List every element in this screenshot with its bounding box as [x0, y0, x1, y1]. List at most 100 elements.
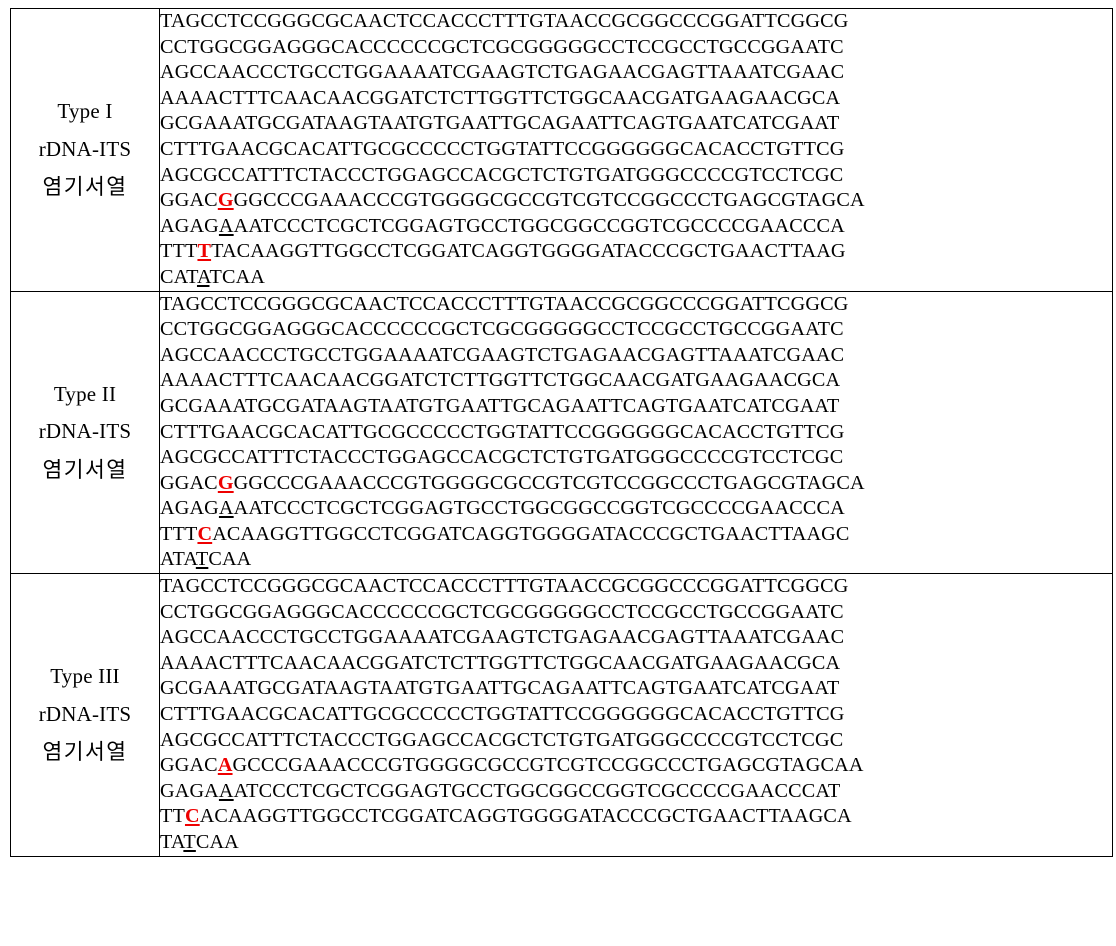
row-sequence-cell: TAGCCTCCGGGCGCAACTCCACCCTTTGTAACCGCGGCCC…	[159, 8, 1113, 292]
sequence-run: CCTGGCGGAGGGCACCCCCCGCTCGCGGGGGCCTCCGCCT…	[160, 600, 844, 623]
sequence-run: ACAAGGTTGGCCTCGGATCAGGTGGGGATACCCGCTGAAC…	[212, 522, 850, 545]
sequence-run: TAGCCTCCGGGCGCAACTCCACCCTTTGTAACCGCGGCCC…	[160, 10, 849, 32]
mutation-base: C	[184, 805, 200, 828]
sequence-run: TCAA	[209, 265, 266, 288]
row-label-korean: 염기서열	[42, 740, 128, 765]
sequence-run: TTT	[160, 522, 198, 545]
sequence-line: GCGAAATGCGATAAGTAATGTGAATTGCAGAATTCAGTGA…	[160, 111, 1112, 137]
table-row: Type III rDNA-ITS 염기서열 TAGCCTCCGGGCGCAAC…	[10, 573, 1113, 857]
mutation-base: C	[197, 522, 213, 545]
sequence-line: AGCGCCATTTCTACCCTGGAGCCACGCTCTGTGATGGGCC…	[160, 163, 1112, 189]
sequence-line: GGACGGGCCCGAAACCCGTGGGGCGCCGTCGTCCGGCCCT…	[160, 188, 1112, 214]
sequence-run: AGCCAACCCTGCCTGGAAAATCGAAGTCTGAGAACGAGTT…	[160, 626, 845, 649]
sequence-line: AAAACTTTCAACAACGGATCTCTTGGTTCTGGCAACGATG…	[160, 368, 1112, 394]
row-sequence-cell: TAGCCTCCGGGCGCAACTCCACCCTTTGTAACCGCGGCCC…	[159, 290, 1113, 575]
sequence-line: GGACGGGCCCGAAACCCGTGGGGCGCCGTCGTCCGGCCCT…	[160, 471, 1112, 497]
sequence-run: GAGA	[160, 779, 219, 802]
sequence-line: TATCAA	[160, 830, 1112, 856]
underlined-base: A	[218, 214, 234, 237]
mutation-base: T	[197, 240, 212, 263]
row-label-gene: rDNA-ITS	[38, 136, 132, 161]
sequence-run: TAGCCTCCGGGCGCAACTCCACCCTTTGTAACCGCGGCCC…	[160, 575, 849, 598]
sequence-line: AGAGAAATCCCTCGCTCGGAGTGCCTGGCGGCCGGTCGCC…	[160, 496, 1112, 522]
sequence-run: TA	[160, 831, 184, 853]
row-sequence-cell: TAGCCTCCGGGCGCAACTCCACCCTTTGTAACCGCGGCCC…	[159, 573, 1113, 857]
sequence-run: TTT	[160, 240, 198, 263]
sequence-run: AGAG	[160, 214, 219, 237]
sequence-run: GGAC	[160, 471, 218, 494]
row-label-korean: 염기서열	[42, 175, 128, 199]
sequence-run: AGCGCCATTTCTACCCTGGAGCCACGCTCTGTGATGGGCC…	[160, 163, 844, 186]
sequence-run: GCCCGAAACCCGTGGGGCGCCGTCGTCCGGCCCTGAGCGT…	[232, 754, 864, 777]
sequence-run: CTTTGAACGCACATTGCGCCCCCTGGTATTCCGGGGGGCA…	[160, 420, 845, 443]
sequence-table-sheet: Type I rDNA-ITS 염기서열 TAGCCTCCGGGCGCAACTC…	[0, 0, 1116, 946]
sequence-line: AGCCAACCCTGCCTGGAAAATCGAAGTCTGAGAACGAGTT…	[160, 60, 1112, 86]
sequence-run: CAA	[208, 548, 252, 571]
sequence-line: TTTCACAAGGTTGGCCTCGGATCAGGTGGGGATACCCGCT…	[160, 522, 1112, 548]
sequence-run: AGCCAACCCTGCCTGGAAAATCGAAGTCTGAGAACGAGTT…	[160, 61, 845, 84]
sequence-line: AGAGAAATCCCTCGCTCGGAGTGCCTGGCGGCCGGTCGCC…	[160, 214, 1112, 240]
sequence-run: AGCCAACCCTGCCTGGAAAATCGAAGTCTGAGAACGAGTT…	[160, 343, 845, 366]
sequence-line: CTTTGAACGCACATTGCGCCCCCTGGTATTCCGGGGGGCA…	[160, 137, 1112, 163]
row-label-cell: Type III rDNA-ITS 염기서열	[10, 573, 160, 857]
row-label-gene: rDNA-ITS	[38, 701, 132, 726]
sequence-run: CAT	[160, 265, 197, 288]
row-label-cell: Type II rDNA-ITS 염기서열	[10, 290, 160, 575]
sequence-run: GCGAAATGCGATAAGTAATGTGAATTGCAGAATTCAGTGA…	[160, 394, 840, 417]
sequence-line: AAAACTTTCAACAACGGATCTCTTGGTTCTGGCAACGATG…	[160, 651, 1112, 677]
sequence-run: GCGAAATGCGATAAGTAATGTGAATTGCAGAATTCAGTGA…	[160, 677, 840, 700]
sequence-line: AGCCAACCCTGCCTGGAAAATCGAAGTCTGAGAACGAGTT…	[160, 343, 1112, 369]
sequence-line: GAGAAATCCCTCGCTCGGAGTGCCTGGCGGCCGGTCGCCC…	[160, 779, 1112, 805]
sequence-line: CCTGGCGGAGGGCACCCCCCGCTCGCGGGGGCCTCCGCCT…	[160, 35, 1112, 61]
sequence-run: ATCCCTCGCTCGGAGTGCCTGGCGGCCGGTCGCCCCGAAC…	[233, 779, 841, 802]
table-body: Type I rDNA-ITS 염기서열 TAGCCTCCGGGCGCAACTC…	[10, 8, 1113, 857]
sequence-line: CCTGGCGGAGGGCACCCCCCGCTCGCGGGGGCCTCCGCCT…	[160, 317, 1112, 343]
row-label-korean: 염기서열	[42, 457, 128, 482]
sequence-run: CAA	[195, 831, 239, 853]
sequence-block: TAGCCTCCGGGCGCAACTCCACCCTTTGTAACCGCGGCCC…	[160, 9, 1112, 291]
row-label-cell: Type I rDNA-ITS 염기서열	[10, 8, 160, 292]
sequence-run: ATA	[160, 548, 196, 571]
sequence-run: GGCCCGAAACCCGTGGGGCGCCGTCGTCCGGCCCTGAGCG…	[233, 471, 865, 494]
table-row: Type II rDNA-ITS 염기서열 TAGCCTCCGGGCGCAACT…	[10, 290, 1113, 575]
mutation-base: G	[217, 471, 234, 494]
sequence-run: AGCGCCATTTCTACCCTGGAGCCACGCTCTGTGATGGGCC…	[160, 446, 844, 469]
row-label-gene: rDNA-ITS	[38, 419, 132, 444]
sequence-line: GGACAGCCCGAAACCCGTGGGGCGCCGTCGTCCGGCCCTG…	[160, 753, 1112, 779]
sequence-line: AGCGCCATTTCTACCCTGGAGCCACGCTCTGTGATGGGCC…	[160, 445, 1112, 471]
sequence-run: CCTGGCGGAGGGCACCCCCCGCTCGCGGGGGCCTCCGCCT…	[160, 318, 844, 341]
sequence-line: AGCCAACCCTGCCTGGAAAATCGAAGTCTGAGAACGAGTT…	[160, 625, 1112, 651]
row-label-type: Type III	[50, 664, 120, 689]
sequence-run: AAAACTTTCAACAACGGATCTCTTGGTTCTGGCAACGATG…	[160, 651, 841, 674]
sequence-run: CTTTGAACGCACATTGCGCCCCCTGGTATTCCGGGGGGCA…	[160, 703, 845, 726]
sequence-run: CCTGGCGGAGGGCACCCCCCGCTCGCGGGGGCCTCCGCCT…	[160, 35, 844, 58]
sequence-run: GCGAAATGCGATAAGTAATGTGAATTGCAGAATTCAGTGA…	[160, 112, 840, 135]
sequence-run: ACAAGGTTGGCCTCGGATCAGGTGGGGATACCCGCTGAAC…	[199, 805, 852, 828]
rdna-its-sequence-table: Type I rDNA-ITS 염기서열 TAGCCTCCGGGCGCAACTC…	[10, 8, 1113, 857]
table-row: Type I rDNA-ITS 염기서열 TAGCCTCCGGGCGCAACTC…	[10, 8, 1113, 292]
sequence-line: CCTGGCGGAGGGCACCCCCCGCTCGCGGGGGCCTCCGCCT…	[160, 600, 1112, 626]
sequence-line: TAGCCTCCGGGCGCAACTCCACCCTTTGTAACCGCGGCCC…	[160, 9, 1112, 35]
sequence-line: AGCGCCATTTCTACCCTGGAGCCACGCTCTGTGATGGGCC…	[160, 728, 1112, 754]
sequence-line: CTTTGAACGCACATTGCGCCCCCTGGTATTCCGGGGGGCA…	[160, 702, 1112, 728]
sequence-run: TACAAGGTTGGCCTCGGATCAGGTGGGGATACCCGCTGAA…	[211, 240, 846, 263]
sequence-run: AAAACTTTCAACAACGGATCTCTTGGTTCTGGCAACGATG…	[160, 86, 841, 109]
sequence-run: AAAACTTTCAACAACGGATCTCTTGGTTCTGGCAACGATG…	[160, 369, 841, 392]
row-label-type: Type I	[57, 99, 113, 124]
sequence-line: TTCACAAGGTTGGCCTCGGATCAGGTGGGGATACCCGCTG…	[160, 804, 1112, 830]
sequence-line: TTTTTACAAGGTTGGCCTCGGATCAGGTGGGGATACCCGC…	[160, 239, 1112, 265]
sequence-run: GGAC	[160, 189, 218, 212]
sequence-line: CATATCAA	[160, 265, 1112, 291]
sequence-run: AATCCCTCGCTCGGAGTGCCTGGCGGCCGGTCGCCCCGAA…	[233, 214, 845, 237]
sequence-run: AGCGCCATTTCTACCCTGGAGCCACGCTCTGTGATGGGCC…	[160, 728, 844, 751]
sequence-run: TT	[160, 805, 185, 828]
row-label-type: Type II	[53, 381, 117, 406]
underlined-base: A	[218, 497, 234, 520]
sequence-line: TAGCCTCCGGGCGCAACTCCACCCTTTGTAACCGCGGCCC…	[160, 574, 1112, 600]
sequence-line: ATATCAA	[160, 547, 1112, 573]
mutation-base: A	[217, 754, 233, 777]
sequence-line: CTTTGAACGCACATTGCGCCCCCTGGTATTCCGGGGGGCA…	[160, 420, 1112, 446]
sequence-run: TAGCCTCCGGGCGCAACTCCACCCTTTGTAACCGCGGCCC…	[160, 292, 849, 315]
sequence-run: CTTTGAACGCACATTGCGCCCCCTGGTATTCCGGGGGGCA…	[160, 137, 845, 160]
sequence-block: TAGCCTCCGGGCGCAACTCCACCCTTTGTAACCGCGGCCC…	[160, 574, 1112, 856]
